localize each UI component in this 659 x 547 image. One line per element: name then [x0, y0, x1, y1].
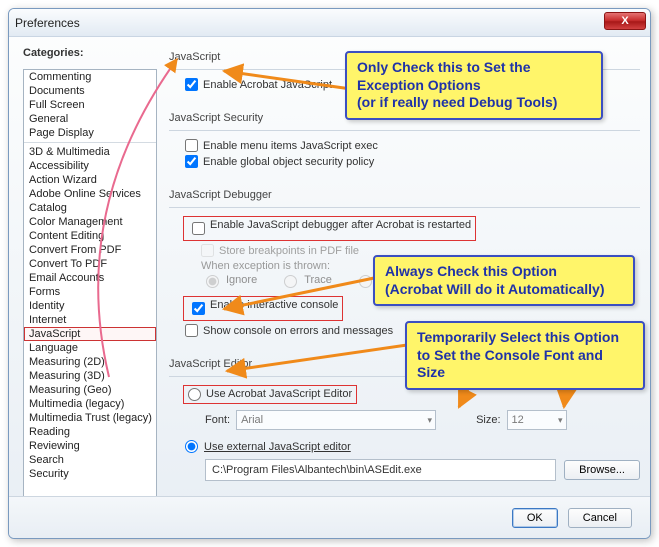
store-breakpoints-checkbox	[201, 244, 214, 257]
category-item[interactable]: Color Management	[24, 215, 156, 229]
enable-global-security[interactable]: Enable global object security policy	[185, 155, 640, 168]
category-item[interactable]: Forms	[24, 285, 156, 299]
radio-break	[359, 275, 372, 288]
size-label: Size:	[476, 414, 500, 426]
window-title: Preferences	[15, 16, 80, 30]
enable-menu-items[interactable]: Enable menu items JavaScript exec	[185, 139, 640, 152]
cancel-button[interactable]: Cancel	[568, 508, 632, 528]
enable-acrobat-js-checkbox[interactable]	[185, 78, 198, 91]
enable-debugger-checkbox[interactable]	[192, 222, 205, 235]
enable-interactive-console-checkbox[interactable]	[192, 302, 205, 315]
category-item[interactable]: Multimedia (legacy)	[24, 397, 156, 411]
category-item[interactable]: Commenting	[24, 70, 156, 84]
category-item[interactable]: Internet	[24, 313, 156, 327]
category-item[interactable]: Convert From PDF	[24, 243, 156, 257]
category-item[interactable]: General	[24, 112, 156, 126]
category-item[interactable]: Reviewing	[24, 439, 156, 453]
radio-trace	[284, 275, 297, 288]
category-item[interactable]: Search	[24, 453, 156, 467]
chevron-down-icon: ▾	[428, 415, 433, 426]
use-acrobat-editor-row[interactable]: Use Acrobat JavaScript Editor	[183, 385, 357, 404]
category-item[interactable]: Email Accounts	[24, 271, 156, 285]
titlebar: Preferences X	[9, 9, 650, 37]
category-item[interactable]: Page Display	[24, 126, 156, 140]
category-item[interactable]: Full Screen	[24, 98, 156, 112]
font-label: Font:	[205, 414, 230, 426]
category-item[interactable]: JavaScript	[24, 327, 156, 341]
category-item[interactable]: Measuring (Geo)	[24, 383, 156, 397]
enable-debugger-row[interactable]: Enable JavaScript debugger after Acrobat…	[183, 216, 476, 241]
dialog-footer: OK Cancel	[9, 496, 650, 538]
external-editor-path-row: C:\Program Files\Albantech\bin\ASEdit.ex…	[205, 459, 640, 481]
category-item[interactable]: Catalog	[24, 201, 156, 215]
category-item[interactable]: Convert To PDF	[24, 257, 156, 271]
section-js-debugger: JavaScript Debugger	[169, 189, 640, 201]
callout-3: Temporarily Select this Option to Set th…	[405, 321, 645, 390]
external-editor-path[interactable]: C:\Program Files\Albantech\bin\ASEdit.ex…	[205, 459, 556, 481]
category-item[interactable]: Measuring (3D)	[24, 369, 156, 383]
use-external-editor-label: Use external JavaScript editor	[204, 441, 351, 453]
use-acrobat-editor-radio[interactable]	[188, 388, 201, 401]
category-item[interactable]: Action Wizard	[24, 173, 156, 187]
category-item[interactable]: Accessibility	[24, 159, 156, 173]
categories-list[interactable]: CommentingDocumentsFull ScreenGeneralPag…	[23, 69, 157, 521]
close-button[interactable]: X	[604, 12, 646, 30]
enable-global-security-checkbox[interactable]	[185, 155, 198, 168]
callout-1: Only Check this to Set the Exception Opt…	[345, 51, 603, 120]
category-item[interactable]: Language	[24, 341, 156, 355]
category-item[interactable]: Measuring (2D)	[24, 355, 156, 369]
category-item[interactable]: Content Editing	[24, 229, 156, 243]
category-item[interactable]: Multimedia Trust (legacy)	[24, 411, 156, 425]
chevron-down-icon: ▾	[558, 415, 563, 426]
size-combo[interactable]: 12▾	[507, 410, 567, 430]
preferences-window: Preferences X Categories: CommentingDocu…	[8, 8, 651, 539]
browse-button[interactable]: Browse...	[564, 460, 640, 480]
enable-interactive-console-row[interactable]: Enable interactive console	[183, 296, 343, 321]
ok-button[interactable]: OK	[512, 508, 558, 528]
category-item[interactable]: Identity	[24, 299, 156, 313]
font-row: Font: Arial▾ Size: 12▾	[205, 410, 640, 430]
category-item[interactable]: Adobe Online Services	[24, 187, 156, 201]
font-combo[interactable]: Arial▾	[236, 410, 436, 430]
callout-2: Always Check this Option (Acrobat Will d…	[373, 255, 635, 306]
use-external-editor-radio[interactable]	[185, 440, 198, 453]
category-item[interactable]: Reading	[24, 425, 156, 439]
show-console-errors-checkbox[interactable]	[185, 324, 198, 337]
category-item[interactable]: Security	[24, 467, 156, 481]
category-item[interactable]: 3D & Multimedia	[24, 145, 156, 159]
enable-menu-items-checkbox[interactable]	[185, 139, 198, 152]
category-item[interactable]: Documents	[24, 84, 156, 98]
radio-ignore	[206, 275, 219, 288]
